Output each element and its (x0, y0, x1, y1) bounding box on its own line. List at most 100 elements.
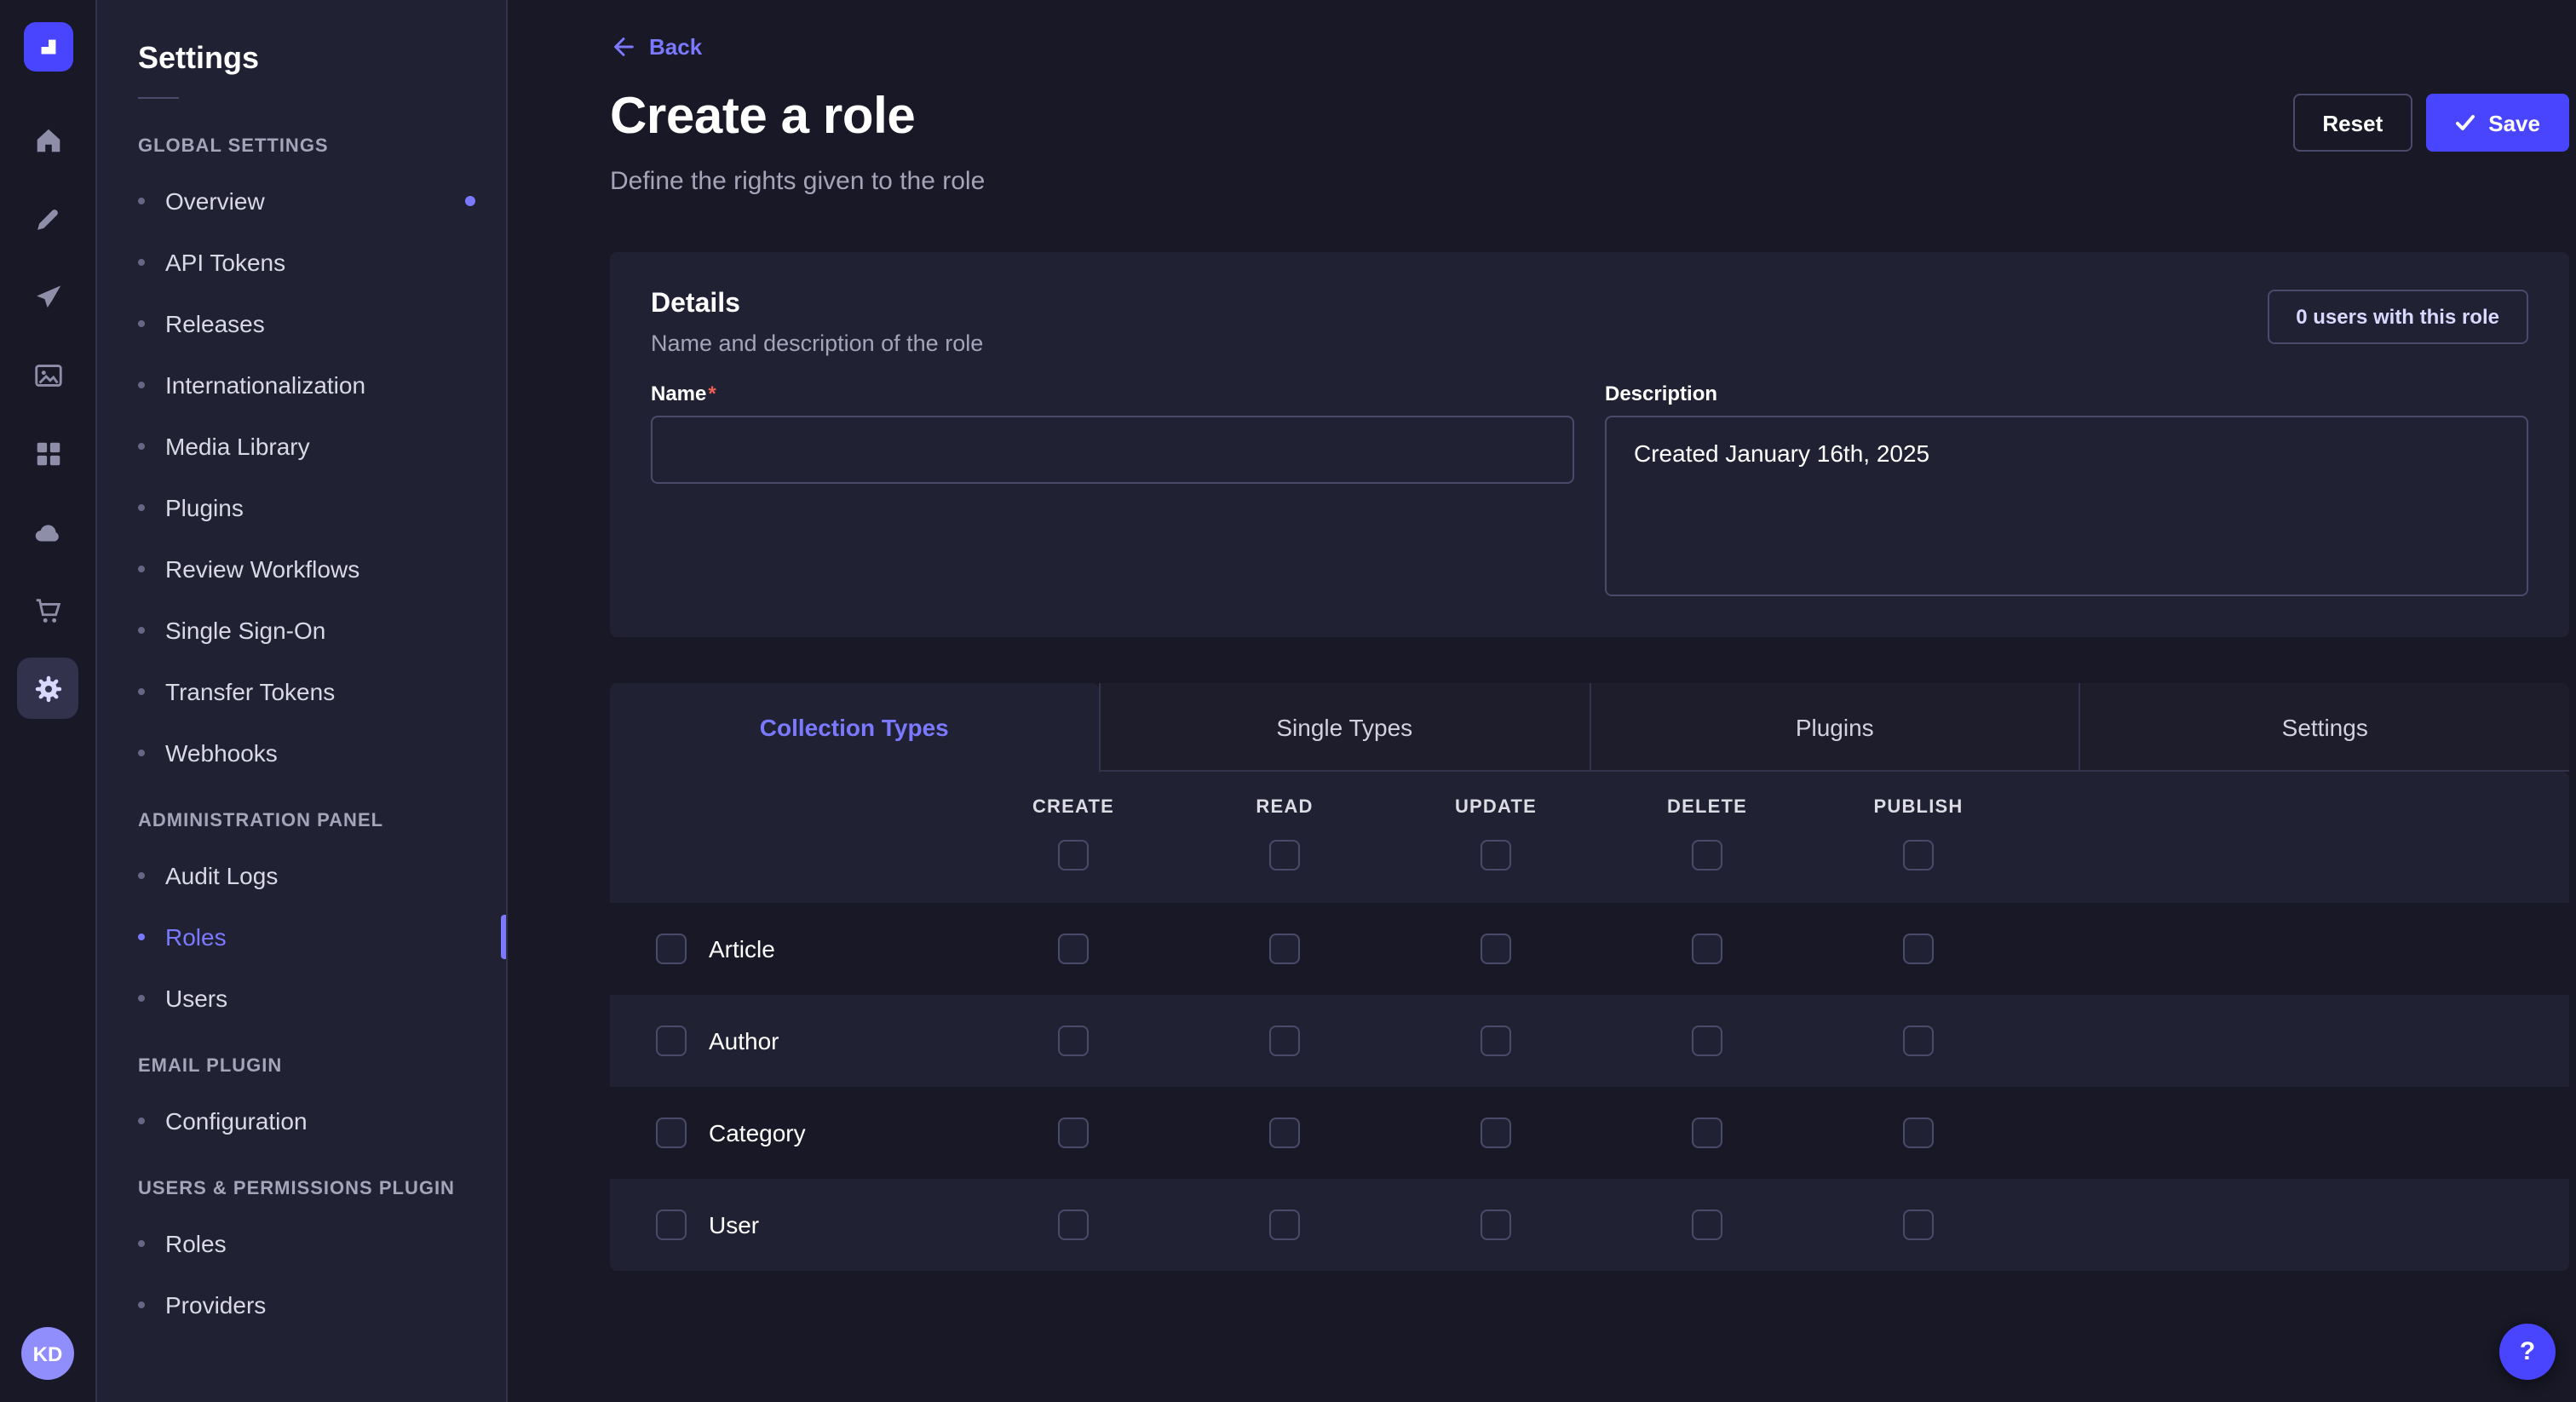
category-select-all-checkbox[interactable] (656, 1118, 687, 1148)
author-publish-checkbox[interactable] (1903, 1026, 1934, 1056)
bullet-icon (138, 934, 145, 940)
author-update-checkbox[interactable] (1481, 1026, 1511, 1056)
bullet-icon (138, 504, 145, 511)
user-create-checkbox[interactable] (1058, 1210, 1089, 1240)
sidebar-item-review-workflows[interactable]: Review Workflows (97, 538, 506, 600)
article-update-checkbox[interactable] (1481, 934, 1511, 964)
author-create-checkbox[interactable] (1058, 1026, 1089, 1056)
content-type-name: Author (709, 1027, 779, 1054)
author-delete-checkbox[interactable] (1692, 1026, 1722, 1056)
bullet-icon (138, 1118, 145, 1124)
bullet-icon (138, 443, 145, 450)
name-field-group: Name* (651, 382, 1574, 596)
check-icon (2454, 112, 2475, 133)
sidebar-item-api-tokens[interactable]: API Tokens (97, 232, 506, 293)
select-all-read-checkbox[interactable] (1269, 840, 1300, 871)
sidebar-item-providers[interactable]: Providers (97, 1274, 506, 1336)
bullet-icon (138, 627, 145, 634)
sidebar-item-audit-logs[interactable]: Audit Logs (97, 845, 506, 906)
media-library-icon[interactable] (17, 344, 78, 405)
category-read-checkbox[interactable] (1269, 1118, 1300, 1148)
user-select-all-checkbox[interactable] (656, 1210, 687, 1240)
user-update-checkbox[interactable] (1481, 1210, 1511, 1240)
tab-plugins[interactable]: Plugins (1589, 683, 2079, 772)
marketplace-cart-icon[interactable] (17, 579, 78, 641)
details-subtitle: Name and description of the role (651, 330, 983, 356)
sidebar-item-media-library[interactable]: Media Library (97, 416, 506, 477)
sidebar-item-overview[interactable]: Overview (97, 170, 506, 232)
settings-gear-icon[interactable] (17, 658, 78, 719)
paper-plane-icon[interactable] (17, 266, 78, 327)
bullet-icon (138, 382, 145, 388)
article-create-checkbox[interactable] (1058, 934, 1089, 964)
details-card-header: Details Name and description of the role… (651, 290, 2528, 356)
category-publish-checkbox[interactable] (1903, 1118, 1934, 1148)
article-delete-checkbox[interactable] (1692, 934, 1722, 964)
sidebar-item-configuration[interactable]: Configuration (97, 1090, 506, 1152)
article-read-checkbox[interactable] (1269, 934, 1300, 964)
select-all-delete-checkbox[interactable] (1692, 840, 1722, 871)
home-icon[interactable] (17, 109, 78, 170)
sidebar-item-releases[interactable]: Releases (97, 293, 506, 354)
sidebar-item-roles-up[interactable]: Roles (97, 1213, 506, 1274)
permissions-card: Collection Types Single Types Plugins Se… (610, 683, 2569, 1271)
bullet-icon (138, 259, 145, 266)
help-button[interactable]: ? (2499, 1324, 2556, 1380)
article-publish-checkbox[interactable] (1903, 934, 1934, 964)
bullet-icon (138, 320, 145, 327)
details-card: Details Name and description of the role… (610, 252, 2569, 637)
tab-single-types[interactable]: Single Types (1099, 683, 1590, 772)
column-header-delete: DELETE (1601, 797, 1813, 818)
sidebar-item-plugins[interactable]: Plugins (97, 477, 506, 538)
content-type-name: Article (709, 935, 775, 962)
pen-icon[interactable] (17, 187, 78, 249)
name-input[interactable] (651, 416, 1574, 484)
strapi-logo[interactable] (23, 22, 72, 72)
sidebar-item-internationalization[interactable]: Internationalization (97, 354, 506, 416)
author-read-checkbox[interactable] (1269, 1026, 1300, 1056)
sidebar-title: Settings (97, 41, 506, 77)
sidebar-item-roles-admin[interactable]: Roles (97, 906, 506, 968)
bullet-icon (138, 1301, 145, 1308)
category-delete-checkbox[interactable] (1692, 1118, 1722, 1148)
author-select-all-checkbox[interactable] (656, 1026, 687, 1056)
sidebar-item-transfer-tokens[interactable]: Transfer Tokens (97, 661, 506, 722)
permissions-tabs: Collection Types Single Types Plugins Se… (610, 683, 2569, 772)
column-header-read: READ (1179, 797, 1390, 818)
user-delete-checkbox[interactable] (1692, 1210, 1722, 1240)
sidebar-item-single-sign-on[interactable]: Single Sign-On (97, 600, 506, 661)
description-textarea[interactable]: Created January 16th, 2025 (1605, 416, 2528, 596)
select-all-publish-checkbox[interactable] (1903, 840, 1934, 871)
user-read-checkbox[interactable] (1269, 1210, 1300, 1240)
header-actions: Reset Save (2293, 94, 2569, 152)
category-update-checkbox[interactable] (1481, 1118, 1511, 1148)
name-label: Name* (651, 382, 1574, 405)
sidebar-divider (138, 97, 179, 99)
tab-settings[interactable]: Settings (2079, 683, 2570, 772)
content-type-builder-icon[interactable] (17, 422, 78, 484)
permissions-table: CREATE READ UPDATE DELETE PUBLISH (610, 772, 2569, 1271)
sidebar-item-webhooks[interactable]: Webhooks (97, 722, 506, 784)
tab-collection-types[interactable]: Collection Types (610, 683, 1099, 772)
article-select-all-checkbox[interactable] (656, 934, 687, 964)
column-header-publish: PUBLISH (1813, 797, 2024, 818)
save-button[interactable]: Save (2425, 94, 2569, 152)
section-heading-users-permissions-plugin: USERS & PERMISSIONS PLUGIN (97, 1152, 506, 1213)
select-all-update-checkbox[interactable] (1481, 840, 1511, 871)
main-content: Back Create a role Reset Save Define the… (508, 0, 2576, 1402)
description-label: Description (1605, 382, 2528, 405)
select-all-create-checkbox[interactable] (1058, 840, 1089, 871)
details-title: Details (651, 290, 983, 320)
user-avatar[interactable]: KD (21, 1327, 74, 1380)
bullet-icon (138, 1240, 145, 1247)
back-link[interactable]: Back (610, 34, 702, 60)
user-publish-checkbox[interactable] (1903, 1210, 1934, 1240)
cloud-icon[interactable] (17, 501, 78, 562)
column-header-create: CREATE (968, 797, 1179, 818)
strapi-logo-icon (35, 34, 60, 60)
sidebar-item-users[interactable]: Users (97, 968, 506, 1029)
users-with-role-button[interactable]: 0 users with this role (2267, 290, 2528, 344)
reset-button[interactable]: Reset (2293, 94, 2412, 152)
page-header: Create a role Reset Save (610, 89, 2569, 152)
category-create-checkbox[interactable] (1058, 1118, 1089, 1148)
